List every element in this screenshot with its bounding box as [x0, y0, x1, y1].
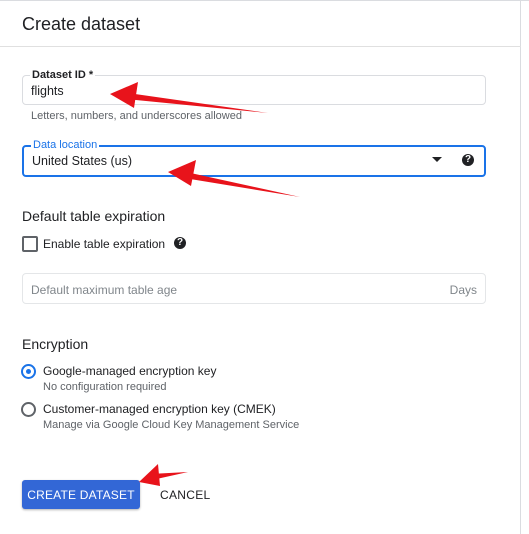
data-location-label: Data location	[31, 139, 100, 151]
max-table-age-input[interactable]: Default maximum table age Days	[22, 273, 486, 304]
expiration-section-title: Default table expiration	[22, 208, 166, 224]
customer-managed-key-radio[interactable]	[21, 402, 36, 417]
dataset-id-label: Dataset ID *	[30, 69, 96, 81]
enable-expiration-checkbox[interactable]	[22, 236, 38, 252]
encryption-section-title: Encryption	[22, 336, 89, 352]
create-dataset-button[interactable]: CREATE DATASET	[22, 480, 140, 509]
google-managed-key-label[interactable]: Google-managed encryption key	[43, 364, 216, 378]
dataset-id-hint: Letters, numbers, and underscores allowe…	[31, 110, 242, 122]
customer-managed-key-sub: Manage via Google Cloud Key Management S…	[43, 419, 300, 431]
create-dataset-panel: Create dataset Dataset ID * flights Lett…	[0, 0, 529, 534]
dialog-title: Create dataset	[22, 14, 141, 34]
caret-down-icon[interactable]	[432, 157, 442, 162]
dataset-id-field[interactable]: Dataset ID * flights	[22, 69, 486, 105]
enable-expiration-label[interactable]: Enable table expiration	[43, 237, 165, 251]
top-border	[0, 0, 529, 1]
data-location-select[interactable]: Data location United States (us) ?	[22, 139, 486, 177]
google-managed-key-radio[interactable]	[21, 364, 36, 379]
cancel-button[interactable]: CANCEL	[152, 480, 218, 509]
customer-managed-key-label[interactable]: Customer-managed encryption key (CMEK)	[43, 402, 276, 416]
google-managed-key-sub: No configuration required	[43, 381, 167, 393]
help-circle-icon[interactable]: ?	[174, 237, 186, 249]
help-circle-icon[interactable]: ?	[462, 154, 474, 166]
max-table-age-placeholder: Default maximum table age	[31, 283, 178, 297]
data-location-value: United States (us)	[32, 154, 133, 168]
header-divider	[0, 46, 521, 47]
days-suffix: Days	[449, 283, 477, 297]
dataset-id-value: flights	[31, 84, 64, 98]
